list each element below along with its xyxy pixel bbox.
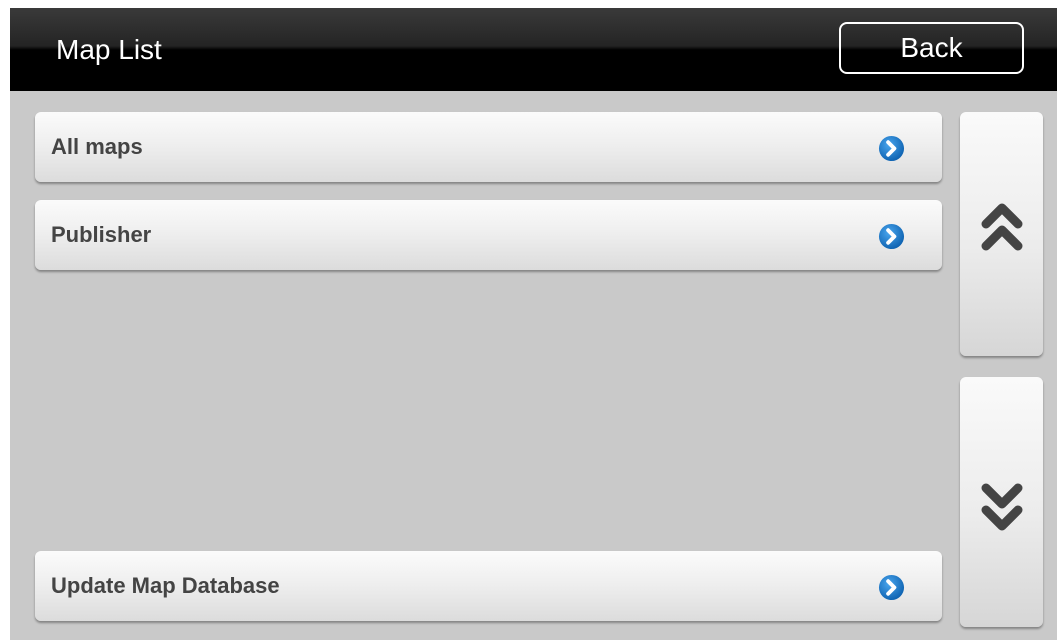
list-item-label: All maps [51, 134, 143, 159]
back-button[interactable]: Back [839, 22, 1024, 74]
scroll-down-button[interactable] [960, 377, 1043, 627]
list-item-publisher[interactable]: Publisher [35, 200, 942, 270]
header-bar: Map List Back [10, 8, 1057, 91]
chevron-right-circle-icon [878, 574, 905, 601]
double-chevron-up-icon [981, 203, 1023, 251]
list-item-label: Update Map Database [51, 573, 280, 598]
list-item-all-maps[interactable]: All maps [35, 112, 942, 182]
chevron-right-circle-icon [878, 135, 905, 162]
scroll-up-button[interactable] [960, 112, 1043, 356]
double-chevron-down-icon [981, 483, 1023, 531]
page-title: Map List [56, 34, 162, 65]
list-item-label: Publisher [51, 222, 152, 247]
chevron-right-circle-icon [878, 223, 905, 250]
map-list-screen: Map List Back All maps Publisher Update … [10, 8, 1057, 640]
list-item-update-map-database[interactable]: Update Map Database [35, 551, 942, 621]
